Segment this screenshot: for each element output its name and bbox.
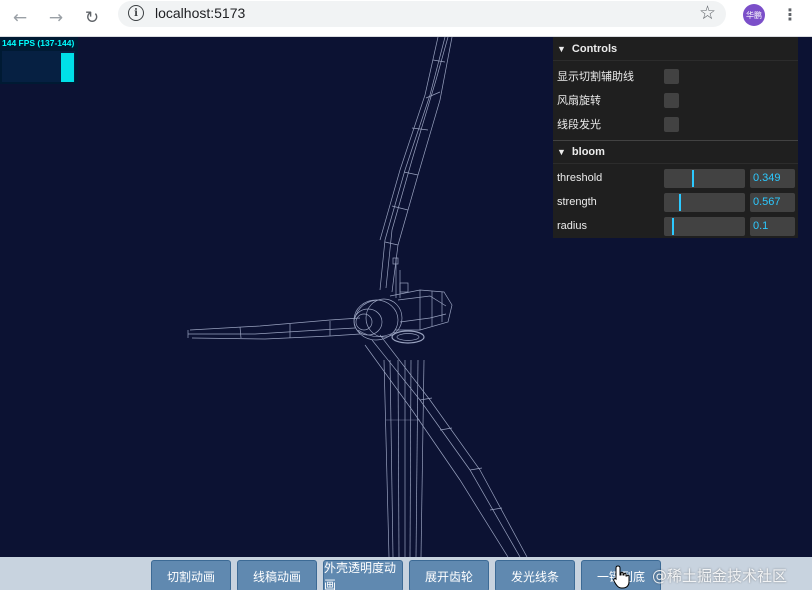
slider-label: threshold [557, 172, 603, 184]
browser-toolbar: ← → ↻ i localhost:5173 ☆ 华鹏 ⋮ [0, 0, 812, 37]
threshold-input[interactable]: 0.349 [750, 168, 795, 188]
slider-label: strength [557, 196, 597, 208]
radius-input[interactable]: 0.1 [750, 216, 795, 236]
hand-cursor-icon [613, 565, 630, 589]
url-text[interactable]: localhost:5173 [155, 5, 245, 21]
strength-input[interactable]: 0.567 [750, 192, 795, 212]
expand-gears-button[interactable]: 展开齿轮 [409, 560, 489, 590]
toggle-label: 风扇旋转 [557, 95, 601, 107]
info-icon[interactable]: i [128, 5, 144, 21]
reload-icon[interactable]: ↻ [80, 6, 104, 30]
radius-slider[interactable] [664, 216, 745, 236]
kebab-menu-icon[interactable]: ⋮ [782, 5, 798, 24]
slider-row-radius: radius 0.1 [553, 214, 798, 238]
wireframe-animation-button[interactable]: 线稿动画 [237, 560, 317, 590]
fps-label: 144 FPS (137-144) [2, 38, 75, 48]
toggle-row-fan-rotation[interactable]: 风扇旋转 [553, 88, 798, 112]
slider-row-strength: strength 0.567 [553, 190, 798, 214]
cut-animation-button[interactable]: 切割动画 [151, 560, 231, 590]
slider-row-threshold: threshold 0.349 [553, 166, 798, 190]
toggle-checkbox[interactable] [664, 92, 679, 108]
toggle-label: 显示切割辅助线 [557, 71, 634, 83]
controls-title[interactable]: ▼ Controls [553, 37, 798, 61]
fps-stats-panel[interactable]: 144 FPS (137-144) [0, 37, 78, 84]
slider-label: radius [557, 220, 587, 232]
controls-panel: ▼ Controls 显示切割辅助线 风扇旋转 线段发光 ▼ bloom thr… [553, 37, 798, 238]
action-bar: 切割动画 线稿动画 外壳透明度动画 展开齿轮 发光线条 一键到底 @稀土掘金技术… [0, 557, 812, 590]
chevron-down-icon: ▼ [557, 147, 566, 157]
forward-arrow-icon[interactable]: → [44, 6, 68, 30]
address-bar[interactable]: i localhost:5173 ☆ [118, 1, 726, 27]
controls-title-label: Controls [571, 42, 618, 55]
toggle-checkbox[interactable] [664, 116, 679, 132]
glow-lines-button[interactable]: 发光线条 [495, 560, 575, 590]
toggle-checkbox[interactable] [664, 68, 679, 84]
bloom-folder-title[interactable]: ▼ bloom [553, 140, 798, 164]
strength-slider[interactable] [664, 192, 745, 212]
slider-handle[interactable] [692, 169, 694, 187]
threshold-slider[interactable] [664, 168, 745, 188]
toggle-label: 线段发光 [557, 119, 601, 131]
slider-handle[interactable] [672, 217, 674, 235]
back-arrow-icon[interactable]: ← [8, 6, 32, 30]
toggle-row-line-glow[interactable]: 线段发光 [553, 112, 798, 136]
slider-handle[interactable] [679, 193, 681, 211]
watermark: @稀土掘金技术社区 [652, 567, 788, 585]
shell-opacity-animation-button[interactable]: 外壳透明度动画 [323, 560, 403, 590]
toggle-row-guides[interactable]: 显示切割辅助线 [553, 64, 798, 88]
star-icon[interactable]: ☆ [699, 2, 716, 24]
profile-avatar[interactable]: 华鹏 [743, 4, 765, 26]
bloom-folder-label: bloom [571, 146, 605, 158]
chevron-down-icon: ▼ [557, 43, 566, 54]
fps-graph-bar [61, 53, 74, 82]
fps-graph [2, 51, 75, 82]
